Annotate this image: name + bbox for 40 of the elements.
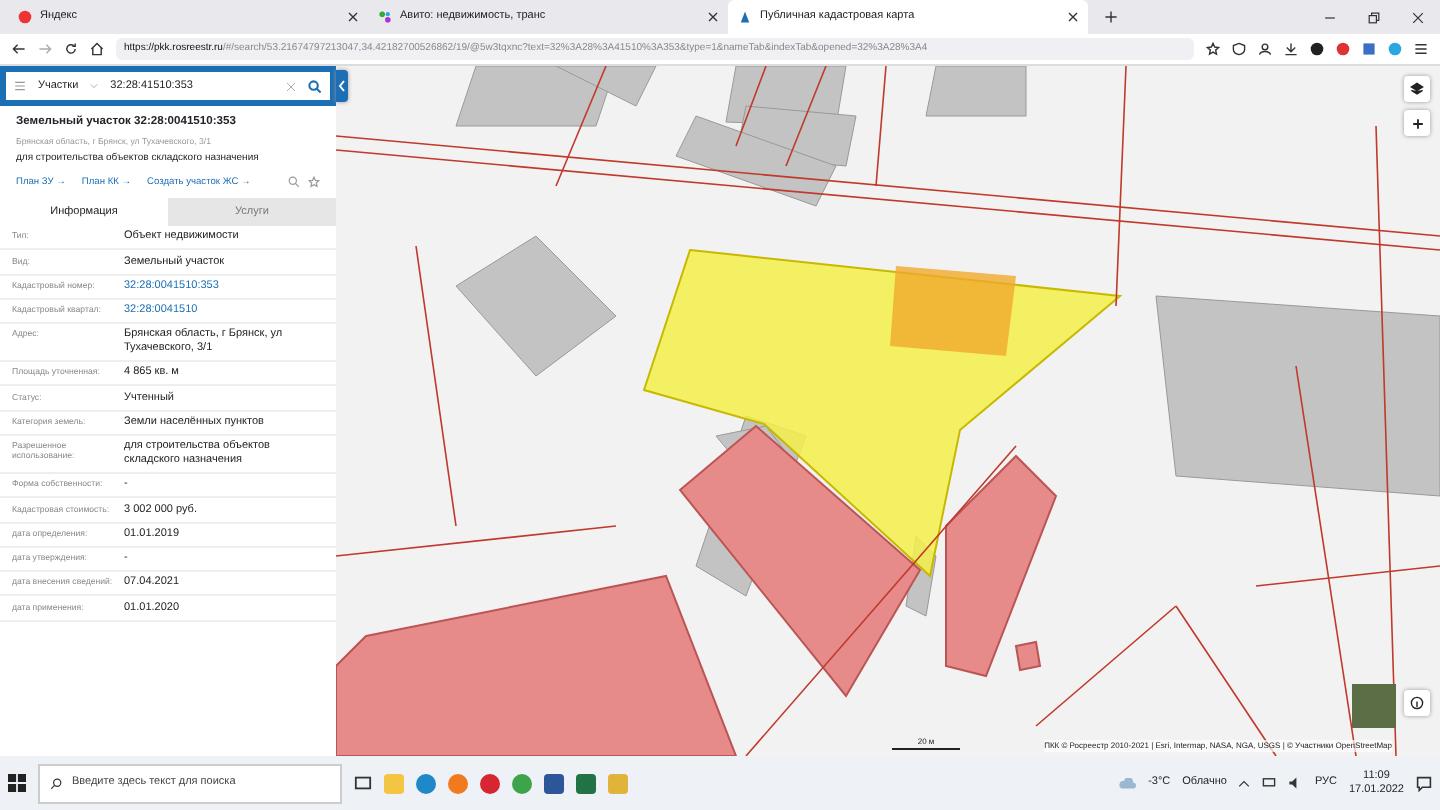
layers-button[interactable] xyxy=(1404,76,1430,102)
collapse-panel-button[interactable] xyxy=(336,70,348,102)
document-app-icon[interactable] xyxy=(544,773,564,793)
new-tab-icon[interactable] xyxy=(1104,10,1118,24)
spreadsheet-app-icon[interactable] xyxy=(576,773,596,793)
zoom-to-icon[interactable] xyxy=(288,176,300,189)
info-button[interactable] xyxy=(1404,690,1430,716)
back-icon[interactable] xyxy=(12,42,26,56)
start-windows-icon[interactable] xyxy=(8,774,26,792)
notification-icon[interactable] xyxy=(1416,775,1432,791)
zoom-in-button[interactable] xyxy=(1404,110,1430,136)
shield-icon[interactable] xyxy=(1232,42,1246,56)
star-icon[interactable] xyxy=(308,176,320,189)
home-icon[interactable] xyxy=(90,42,104,56)
bookmark-star-icon[interactable] xyxy=(1206,42,1220,56)
site-favicon-icon xyxy=(18,10,32,24)
close-icon[interactable] xyxy=(708,12,718,22)
close-icon[interactable] xyxy=(348,12,358,22)
network-icon[interactable] xyxy=(1262,776,1277,790)
task-view-icon[interactable] xyxy=(354,774,372,792)
reload-icon[interactable] xyxy=(64,42,78,56)
caret-icon xyxy=(90,82,99,90)
search-icon[interactable] xyxy=(308,79,322,93)
close-icon[interactable] xyxy=(1412,11,1424,23)
minimize-icon[interactable] xyxy=(1324,11,1336,23)
layers-icon xyxy=(1410,82,1424,96)
site-favicon-icon xyxy=(738,10,752,24)
menu-icon[interactable] xyxy=(1414,42,1428,56)
plus-icon xyxy=(1411,117,1423,129)
cloud-icon xyxy=(1118,777,1137,789)
close-icon[interactable] xyxy=(1068,12,1078,22)
download-icon[interactable] xyxy=(1284,42,1298,56)
minimap-thumbnail[interactable] xyxy=(1352,684,1396,728)
info-icon xyxy=(1410,696,1424,710)
tray-chevron-icon[interactable] xyxy=(1238,777,1251,789)
site-favicon-icon xyxy=(378,10,392,24)
restore-icon[interactable] xyxy=(1368,11,1380,23)
search-icon xyxy=(50,777,62,789)
chevron-icon xyxy=(338,80,346,92)
account-icon[interactable] xyxy=(1258,42,1272,56)
